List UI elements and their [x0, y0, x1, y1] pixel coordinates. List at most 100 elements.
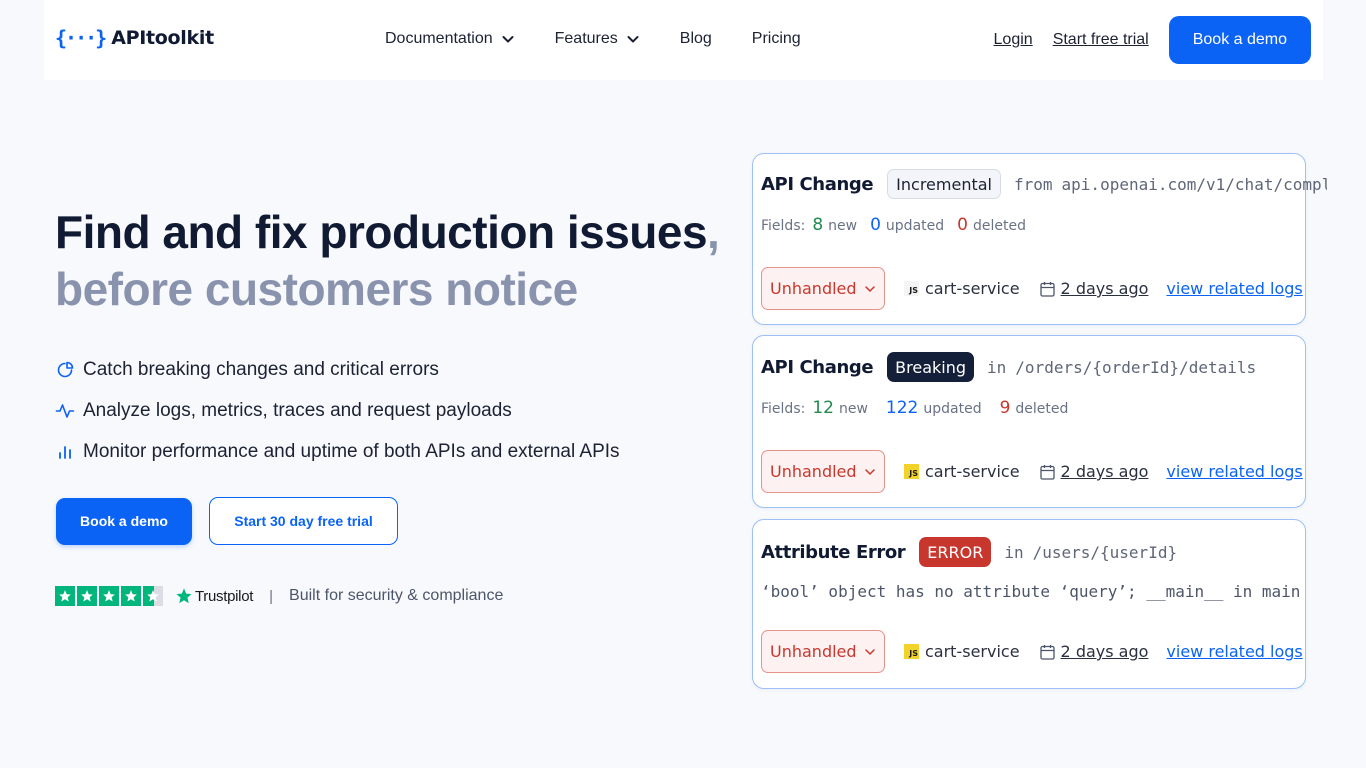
pie-chart-icon: [57, 361, 74, 377]
card-header: Attribute Error ERROR in /users/{userId}: [761, 537, 1177, 567]
nav-pricing-label: Pricing: [751, 30, 801, 47]
service-name: cart-service: [925, 462, 1020, 481]
nav-pricing[interactable]: Pricing: [752, 30, 801, 48]
half-star-icon: [143, 586, 163, 606]
hero-title: Find and fix production issues, before c…: [55, 204, 720, 318]
issue-card: API Change Breaking in /orders/{orderId}…: [752, 335, 1306, 508]
status-dropdown[interactable]: Unhandled: [761, 450, 885, 493]
status-value: Unhandled: [770, 279, 857, 298]
updated-label: updated: [923, 401, 982, 417]
deleted-label: deleted: [972, 218, 1026, 234]
nav-features-label: Features: [554, 30, 618, 47]
card-title: API Change: [761, 356, 874, 378]
new-count: 8: [812, 215, 824, 235]
nav-features[interactable]: Features: [555, 30, 640, 48]
feature-text: Analyze logs, metrics, traces and reques…: [83, 399, 512, 421]
trustpilot-star-icon: [176, 588, 192, 604]
feature-item: Monitor performance and uptime of both A…: [55, 431, 620, 472]
card-footer: Unhandled JS cart-service 2 days ago vie…: [761, 267, 1303, 310]
hero-title-line2: before customers notice: [55, 263, 578, 315]
change-type-badge: Incremental: [887, 169, 1001, 199]
error-badge: ERROR: [919, 537, 992, 567]
new-count: 12: [812, 398, 834, 418]
feature-item: Catch breaking changes and critical erro…: [55, 349, 620, 390]
card-title: API Change: [761, 173, 874, 195]
timestamp-link[interactable]: 2 days ago: [1061, 642, 1149, 661]
nav-blog[interactable]: Blog: [680, 30, 712, 48]
nav-documentation-label: Documentation: [385, 30, 493, 47]
hero-free-trial-button[interactable]: Start 30 day free trial: [209, 497, 398, 545]
hero-title-line1: Find and fix production issues: [55, 206, 708, 258]
card-footer: Unhandled JS cart-service 2 days ago vie…: [761, 630, 1303, 673]
trustpilot-logo[interactable]: Trustpilot: [175, 587, 253, 605]
nav-blog-label: Blog: [679, 30, 712, 47]
fields-label: Fields:: [761, 401, 806, 417]
js-icon: JS: [904, 464, 919, 479]
calendar-icon: [1039, 281, 1055, 297]
card-header: API Change Incremental from api.openai.c…: [761, 169, 1327, 199]
updated-count: 0: [870, 215, 881, 235]
feature-text: Monitor performance and uptime of both A…: [83, 440, 620, 462]
status-dropdown[interactable]: Unhandled: [761, 267, 885, 310]
status-dropdown[interactable]: Unhandled: [761, 630, 885, 673]
status-value: Unhandled: [770, 642, 857, 661]
cta-row: Book a demo Start 30 day free trial: [56, 497, 398, 545]
js-icon: JS: [904, 281, 919, 296]
trust-row: Trustpilot | Built for security & compli…: [55, 586, 503, 606]
start-free-trial-link[interactable]: Start free trial: [1053, 31, 1149, 49]
nav-links: Documentation Features Blog Pricing: [385, 30, 841, 48]
feature-item: Analyze logs, metrics, traces and reques…: [55, 390, 620, 431]
updated-count: 122: [885, 398, 919, 418]
card-footer: Unhandled JS cart-service 2 days ago vie…: [761, 450, 1303, 493]
endpoint-prefix: in: [1004, 542, 1024, 562]
endpoint-prefix: in: [987, 357, 1007, 377]
trustpilot-stars: [55, 586, 163, 606]
endpoint-path: /orders/{orderId}/details: [1015, 357, 1257, 377]
hero-title-comma: ,: [707, 206, 720, 258]
deleted-count: 9: [999, 398, 1011, 418]
timestamp-link[interactable]: 2 days ago: [1061, 462, 1149, 481]
updated-label: updated: [885, 218, 945, 234]
view-related-logs-link[interactable]: view related logs: [1166, 279, 1302, 298]
star-icon: [121, 586, 141, 606]
trustpilot-label: Trustpilot: [195, 587, 254, 605]
error-message: ‘bool’ object has no attribute ‘query’; …: [761, 582, 1301, 601]
feature-text: Catch breaking changes and critical erro…: [83, 358, 439, 380]
deleted-count: 0: [957, 215, 968, 235]
feature-list: Catch breaking changes and critical erro…: [55, 349, 620, 472]
hero-book-demo-button[interactable]: Book a demo: [56, 497, 192, 545]
top-nav: {···} APItoolkit Documentation Features …: [44, 0, 1323, 80]
chevron-down-icon: [865, 285, 875, 292]
star-icon: [77, 586, 97, 606]
fields-summary: Fields: 12 new 122 updated 9 deleted: [761, 398, 1068, 418]
nav-actions: Login Start free trial Book a demo: [994, 16, 1311, 64]
logo[interactable]: {···} APItoolkit: [55, 26, 214, 50]
view-related-logs-link[interactable]: view related logs: [1166, 462, 1302, 481]
logo-mark-icon: {···}: [55, 26, 107, 50]
issue-card: API Change Incremental from api.openai.c…: [752, 153, 1327, 325]
issue-card: Attribute Error ERROR in /users/{userId}…: [752, 519, 1306, 689]
chevron-down-icon: [627, 36, 639, 43]
book-demo-button[interactable]: Book a demo: [1168, 16, 1311, 64]
separator: |: [269, 587, 274, 605]
view-related-logs-link[interactable]: view related logs: [1166, 642, 1302, 661]
card-header: API Change Breaking in /orders/{orderId}…: [761, 352, 1256, 382]
calendar-icon: [1039, 644, 1055, 660]
deleted-label: deleted: [1015, 401, 1069, 417]
activity-icon: [55, 403, 75, 418]
logo-text: APItoolkit: [111, 27, 214, 49]
bar-chart-icon: [59, 445, 71, 459]
trust-text: Built for security & compliance: [289, 587, 504, 604]
endpoint-path: /users/{userId}: [1032, 542, 1178, 562]
calendar-icon: [1039, 464, 1055, 480]
nav-documentation[interactable]: Documentation: [385, 30, 515, 48]
timestamp-link[interactable]: 2 days ago: [1061, 279, 1149, 298]
card-title: Attribute Error: [761, 541, 906, 563]
status-value: Unhandled: [770, 462, 857, 481]
chevron-down-icon: [865, 648, 875, 655]
login-link[interactable]: Login: [994, 31, 1033, 49]
chevron-down-icon: [502, 36, 514, 43]
fields-summary: Fields: 8 new 0 updated 0 deleted: [761, 215, 1026, 235]
chevron-down-icon: [865, 468, 875, 475]
service-name: cart-service: [925, 279, 1020, 298]
